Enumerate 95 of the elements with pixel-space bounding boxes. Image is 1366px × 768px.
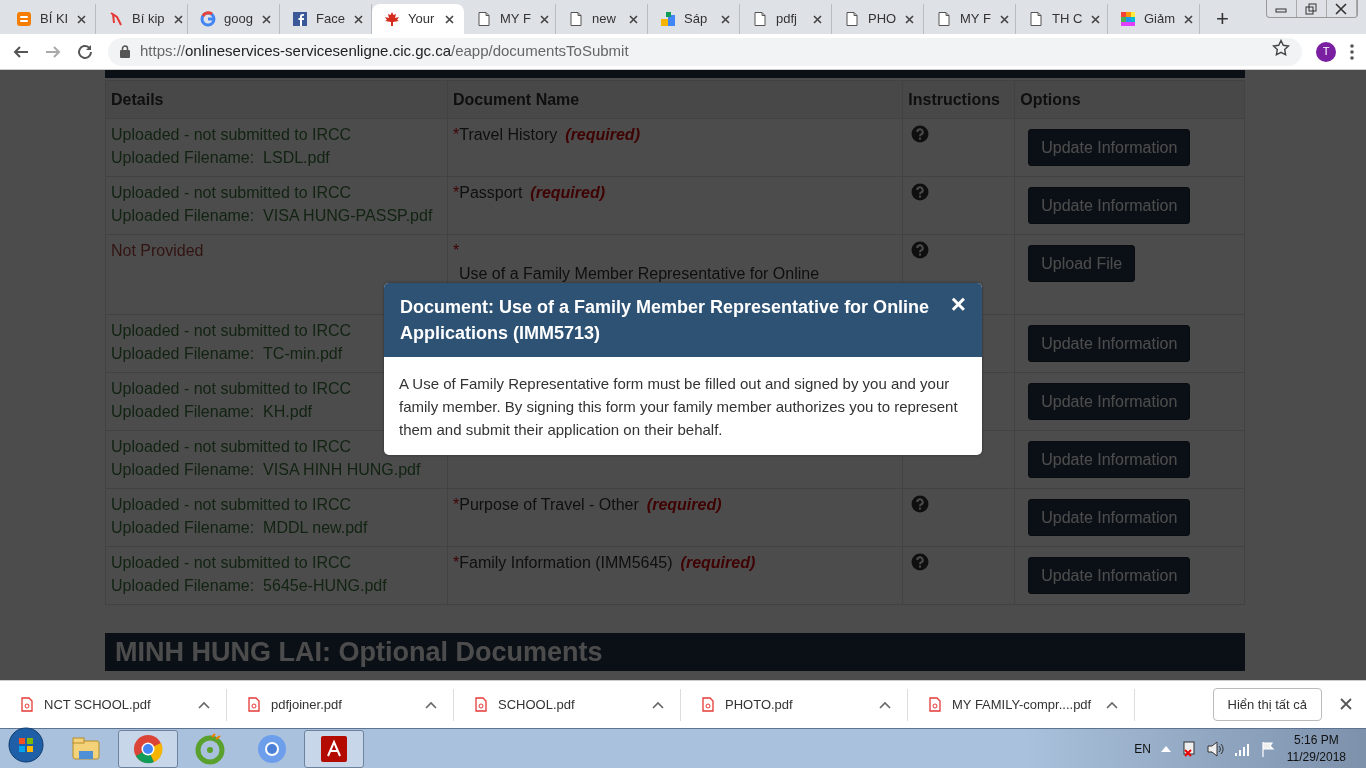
- signal-bars-icon[interactable]: [1234, 741, 1251, 756]
- required-label: (required): [565, 126, 640, 143]
- close-icon[interactable]: [76, 13, 88, 25]
- status-text: Uploaded - not submitted to IRCC: [111, 437, 352, 457]
- status-text: Uploaded - not submitted to IRCC: [111, 553, 352, 573]
- download-item[interactable]: PHOTO.pdf: [681, 688, 908, 721]
- maple-leaf-icon: [384, 11, 400, 27]
- pdf-file-icon: [247, 697, 261, 712]
- filename-text: Uploaded Filename: MDDL new.pdf: [111, 518, 368, 538]
- required-asterisk: *: [452, 554, 460, 571]
- flag-icon[interactable]: [1260, 740, 1277, 757]
- caret-up-icon[interactable]: [879, 700, 891, 709]
- page-icon: [936, 11, 952, 27]
- close-icon[interactable]: [444, 13, 455, 25]
- status-text: Uploaded - not submitted to IRCC: [111, 321, 352, 341]
- status-text: Uploaded - not submitted to IRCC: [111, 183, 352, 203]
- required-asterisk: *: [452, 126, 460, 143]
- document-name: Passport: [459, 184, 523, 201]
- required-label: (required): [646, 496, 722, 513]
- close-icon[interactable]: [352, 13, 364, 25]
- close-icon[interactable]: [1183, 13, 1195, 25]
- browser-logo-icon[interactable]: [256, 732, 288, 765]
- reload-icon[interactable]: [76, 42, 94, 61]
- download-item[interactable]: SCHOOL.pdf: [454, 688, 681, 721]
- filename-text: Uploaded Filename: VISA HUNG-PASSP.pdf: [111, 206, 433, 226]
- new-tab-button[interactable]: +: [1212, 8, 1233, 30]
- google-icon: [200, 11, 216, 27]
- star-icon[interactable]: [1272, 39, 1290, 58]
- language-indicator[interactable]: EN: [1134, 739, 1151, 758]
- filename-text: Uploaded Filename: 5645e-HUNG.pdf: [111, 576, 387, 596]
- close-icon[interactable]: [812, 13, 823, 25]
- pdf-file-icon: [474, 697, 488, 712]
- close-icon[interactable]: [1340, 697, 1352, 710]
- required-label: (required): [530, 184, 605, 201]
- start-orb-icon[interactable]: [8, 727, 44, 763]
- required-asterisk: *: [452, 184, 460, 201]
- power-plug-icon[interactable]: [1180, 739, 1197, 758]
- document-name: Travel History: [459, 126, 558, 143]
- ribbon-icon: [108, 11, 124, 27]
- download-item[interactable]: pdfjoiner.pdf: [227, 688, 454, 721]
- color-grid-icon: [1120, 11, 1136, 27]
- filename-text: Uploaded Filename: VISA HINH HUNG.pdf: [111, 460, 421, 480]
- menu-icon[interactable]: [1350, 43, 1354, 60]
- pdf-file-icon: [928, 697, 942, 712]
- required-asterisk: *: [452, 242, 460, 259]
- page-icon: [476, 11, 492, 27]
- restore-icon[interactable]: [1304, 1, 1318, 16]
- close-icon[interactable]: [172, 13, 184, 25]
- pdf-file-icon: [20, 697, 34, 712]
- pdf-file-icon: [701, 697, 715, 712]
- page-icon: [844, 11, 860, 27]
- modal-title: Document: Use of a Family Member Representative for Online Applications (IMM5713): [400, 296, 931, 345]
- status-text: Uploaded - not submitted to IRCC: [111, 125, 352, 145]
- page-icon: [1028, 11, 1044, 27]
- caret-up-icon[interactable]: [425, 700, 437, 709]
- profile-avatar[interactable]: T: [1316, 41, 1336, 62]
- status-text: Not Provided: [111, 241, 204, 261]
- document-name: Use of a Family Member Representative for Online: [457, 264, 820, 284]
- status-text: Uploaded - not submitted to IRCC: [111, 379, 352, 399]
- close-icon[interactable]: [628, 13, 639, 25]
- close-icon[interactable]: [260, 13, 272, 25]
- speaker-icon[interactable]: [1206, 740, 1225, 757]
- filename-text: Uploaded Filename: KH.pdf: [111, 402, 312, 422]
- filename-text: Uploaded Filename: TC-min.pdf: [111, 344, 343, 364]
- close-button[interactable]: ×: [950, 294, 966, 314]
- required-label: (required): [680, 554, 756, 571]
- page-icon: [752, 11, 768, 27]
- status-text: Uploaded - not submitted to IRCC: [111, 495, 352, 515]
- puzzle-icon: [660, 11, 676, 27]
- close-icon[interactable]: [1090, 13, 1102, 25]
- address-bar[interactable]: https://onlineservices-servicesenligne.cic.gc.ca/eapp/documentsToSubmit: [108, 37, 1302, 66]
- close-icon[interactable]: [1334, 1, 1348, 16]
- filename-text: Uploaded Filename: LSDL.pdf: [111, 148, 330, 168]
- download-item[interactable]: MY FAMILY-compr....pdf: [908, 688, 1135, 721]
- lock-icon: [120, 45, 130, 58]
- modal-body-text: A Use of Family Representative form must be filled out and signed by you and your family member. By signing this form your family member authorizes you to represent them and submit their application on their behalf.: [398, 374, 959, 440]
- clock[interactable]: 5:16 PM 11/29/2018: [1286, 731, 1346, 766]
- close-icon[interactable]: [904, 13, 916, 25]
- close-icon[interactable]: [538, 13, 550, 25]
- close-icon[interactable]: [720, 13, 731, 25]
- caret-up-icon[interactable]: [1106, 700, 1118, 709]
- required-asterisk: *: [452, 496, 460, 513]
- show-all-button[interactable]: Hiển thị tất cả: [1212, 687, 1322, 722]
- facebook-icon: [292, 11, 308, 27]
- caret-up-icon[interactable]: [198, 700, 210, 709]
- chrome-icon[interactable]: [132, 732, 164, 765]
- document-name: Purpose of Travel - Other: [459, 496, 639, 513]
- close-icon[interactable]: [998, 13, 1010, 25]
- document-name: Family Information (IMM5645): [459, 554, 673, 571]
- page-icon: [568, 11, 584, 27]
- blogger-icon: [16, 11, 32, 27]
- download-item[interactable]: NCT SCHOOL.pdf: [0, 688, 227, 721]
- browser-tab[interactable]: Your: [372, 4, 464, 34]
- url-text: https://onlineservices-servicesenligne.cic.gc.ca/eapp/documentsToSubmit: [140, 41, 629, 62]
- caret-up-icon[interactable]: [652, 700, 664, 709]
